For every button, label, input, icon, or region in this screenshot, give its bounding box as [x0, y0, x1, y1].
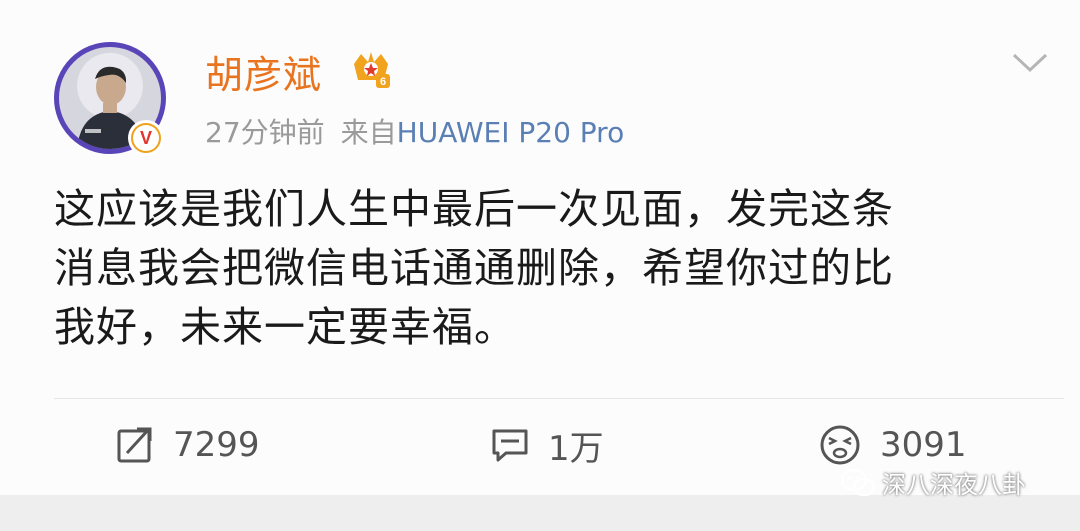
post-meta: 27分钟前 来自HUAWEI P20 Pro [205, 111, 624, 151]
repost-icon [117, 427, 152, 463]
bottom-bar [0, 495, 1080, 531]
watermark: 深八深夜八卦 [840, 465, 1026, 500]
post-time: 27分钟前 [205, 116, 325, 149]
wechat-logo-icon [840, 468, 876, 496]
like-count: 3091 [880, 425, 967, 465]
comment-icon [492, 429, 528, 462]
repost-button[interactable]: 7299 [115, 420, 260, 470]
verified-badge: V [128, 120, 164, 156]
username[interactable]: 胡彦斌 [205, 44, 322, 99]
device-link[interactable]: HUAWEI P20 Pro [397, 116, 625, 149]
post-content: 这应该是我们人生中最后一次见面，发完这条 消息我会把微信电话通通删除，希望你过的… [54, 185, 894, 351]
divider [54, 398, 1064, 399]
comment-count: 1万 [548, 428, 604, 469]
vip-crown-icon[interactable]: 6 [350, 50, 392, 90]
watermark-text: 深八深夜八卦 [882, 471, 1026, 499]
source-label: 来自 [340, 116, 397, 149]
like-button[interactable]: 3091 [818, 420, 967, 470]
comment-button[interactable]: 1万 [490, 420, 604, 470]
weibo-post-card: V 胡彦斌 6 27分钟前 来自HUAWEI P20 Pro 这应该是我们人生中最… [0, 0, 1080, 531]
verified-mark: V [133, 125, 159, 151]
emoji-face-icon [820, 425, 860, 465]
chevron-down-icon[interactable] [1010, 50, 1050, 76]
repost-count: 7299 [173, 425, 260, 465]
vip-level: 6 [380, 76, 386, 88]
